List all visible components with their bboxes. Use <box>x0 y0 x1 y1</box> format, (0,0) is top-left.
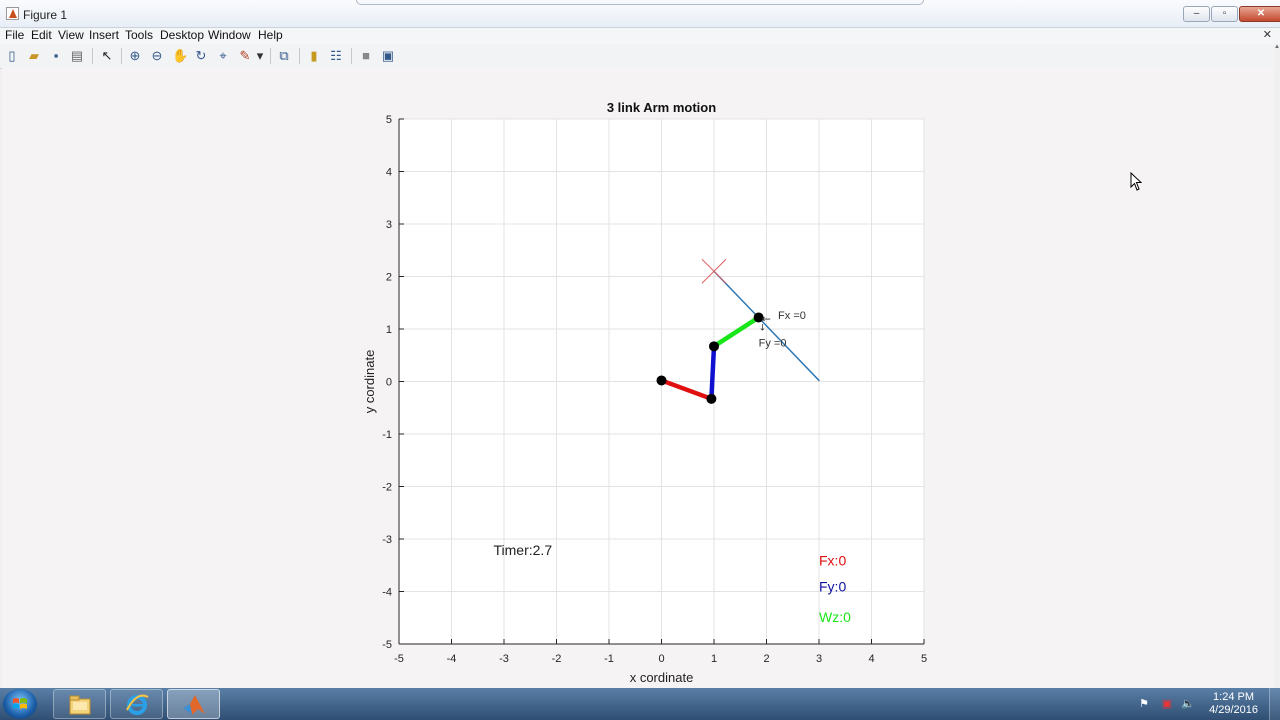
x-axis-label: x cordinate <box>630 670 694 685</box>
x-tick-labels: -5 -4 -3 -2 -1 0 1 2 3 4 5 <box>394 653 927 665</box>
chart-title: 3 link Arm motion <box>607 100 716 115</box>
y-tick-label: -1 <box>382 429 392 441</box>
action-center-flag-icon[interactable]: ⚑ <box>1137 697 1151 711</box>
series-link-2 <box>709 344 717 402</box>
y-tick-label: -4 <box>382 587 392 599</box>
x-tick-label: 5 <box>921 653 927 665</box>
y-tick-label: 3 <box>386 219 392 231</box>
y-axis-label: y cordinate <box>362 350 377 414</box>
series-link-3 <box>711 315 761 349</box>
taskbar-explorer-button[interactable] <box>53 689 106 719</box>
y-tick-label: -3 <box>382 534 392 546</box>
clock-time: 1:24 PM <box>1213 691 1255 703</box>
show-desktop-button[interactable] <box>1269 688 1280 720</box>
taskbar-matlab-button[interactable] <box>167 689 220 719</box>
x-tick-label: -4 <box>447 653 457 665</box>
clock-date: 4/29/2016 <box>1209 704 1258 716</box>
joint-marker <box>706 393 717 404</box>
y-tick-label: 2 <box>386 272 392 284</box>
y-tick-label: -2 <box>382 482 392 494</box>
x-tick-label: 2 <box>763 653 769 665</box>
x-tick-label: -3 <box>499 653 509 665</box>
annotation-text: Fx =0 <box>778 310 806 322</box>
y-tick-labels: -5 -4 -3 -2 -1 0 1 2 3 4 5 <box>382 114 392 651</box>
annotation-text: Fx:0 <box>819 552 846 568</box>
arm-plot[interactable]: -5 -4 -3 -2 -1 0 1 2 3 4 5 -5 -4 -3 -2 -1 0 1 2 3 4 5 3 link… <box>0 0 1280 720</box>
matlab-icon <box>183 695 205 715</box>
x-tick-label: -5 <box>394 653 404 665</box>
internet-explorer-icon <box>126 694 149 715</box>
network-icon[interactable]: ▣ <box>1160 697 1174 711</box>
series-lines <box>659 270 820 402</box>
y-tick-label: 0 <box>386 377 392 389</box>
x-tick-label: 1 <box>711 653 717 665</box>
joint-marker <box>656 375 667 386</box>
y-tick-label: 5 <box>386 114 392 126</box>
mouse-cursor-icon <box>1130 172 1143 191</box>
y-tick-label: -5 <box>382 639 392 651</box>
joint-marker <box>709 341 719 352</box>
system-tray: ⚑ ▣ 🔈 1:24 PM 4/29/2016 <box>1120 688 1280 720</box>
taskbar-clock[interactable]: 1:24 PM 4/29/2016 <box>1209 691 1258 717</box>
annotation-text: Fy =0 <box>759 337 787 349</box>
annotation-text: Wz:0 <box>819 609 851 625</box>
x-tick-label: -2 <box>552 653 562 665</box>
x-tick-label: 3 <box>816 653 822 665</box>
annotation-text: Timer:2.7 <box>494 542 553 558</box>
windows-explorer-icon <box>69 695 91 715</box>
volume-icon[interactable]: 🔈 <box>1181 697 1195 711</box>
y-tick-label: 4 <box>386 167 392 179</box>
series-link-1 <box>659 378 714 402</box>
x-tick-label: -1 <box>604 653 614 665</box>
windows-taskbar: ⚑ ▣ 🔈 1:24 PM 4/29/2016 <box>0 688 1280 720</box>
annotation-text: Fy:0 <box>819 579 846 595</box>
force-arrow-down-icon: ↓ <box>759 323 767 333</box>
windows-logo-icon <box>13 698 27 709</box>
x-tick-label: 4 <box>868 653 874 665</box>
y-tick-label: 1 <box>386 324 392 336</box>
taskbar-ie-button[interactable] <box>110 689 163 719</box>
start-button[interactable] <box>3 689 37 719</box>
x-tick-label: 0 <box>658 653 664 665</box>
